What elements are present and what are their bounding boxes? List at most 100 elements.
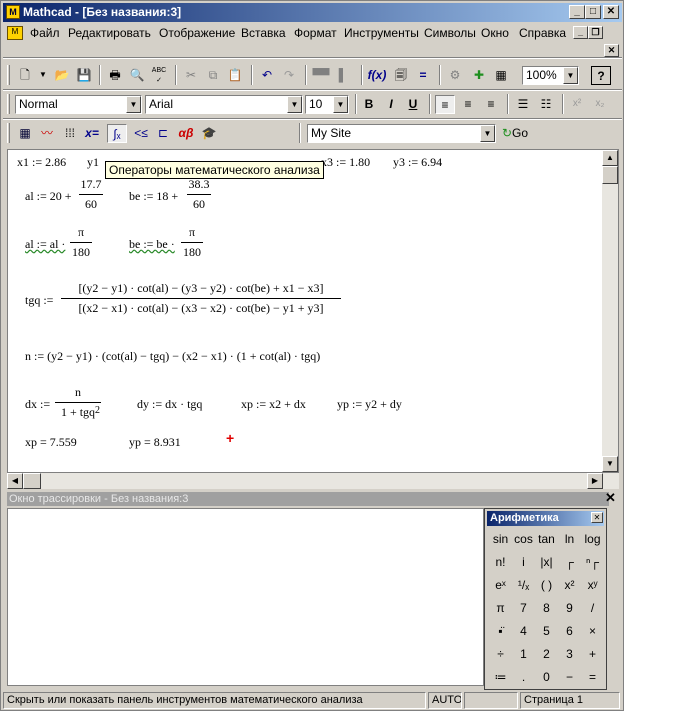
font-select[interactable]: Arial ▼ — [145, 95, 303, 114]
scroll-left-arrow-icon[interactable]: ◀ — [7, 473, 23, 489]
math-region[interactable]: yp := y2 + dy — [337, 397, 402, 412]
menu-format[interactable]: Формат — [294, 26, 337, 40]
palette-key[interactable]: ⁿ┌ — [581, 551, 604, 573]
matrix-icon[interactable]: ⁞⁞⁞ — [60, 124, 80, 143]
vertical-scrollbar[interactable]: ▲ ▼ — [602, 150, 618, 472]
style-select[interactable]: Normal ▼ — [15, 95, 142, 114]
palette-key[interactable]: tan — [535, 528, 558, 550]
table-icon[interactable]: ▦ — [491, 66, 511, 85]
zoom-select[interactable]: 100% ▼ — [522, 66, 579, 85]
close-button[interactable]: ✕ — [603, 5, 619, 19]
palette-key[interactable]: 2 — [535, 643, 558, 665]
math-region[interactable]: n := (y2 − y1) · (cot(al) − tgq) − (x2 −… — [25, 349, 320, 364]
palette-key[interactable]: ln — [558, 528, 581, 550]
math-region[interactable]: x1 := 2.86 — [17, 155, 66, 170]
palette-key[interactable]: + — [581, 643, 604, 665]
greek-icon[interactable]: αβ — [176, 124, 196, 143]
math-region[interactable]: be := 18 + — [129, 189, 178, 204]
superscript-icon[interactable]: x² — [567, 95, 587, 114]
mdi-close-button[interactable]: ✕ — [604, 44, 619, 57]
menu-file[interactable]: Файл — [30, 26, 60, 40]
palette-key[interactable]: ≔ — [489, 666, 512, 688]
scroll-right-arrow-icon[interactable]: ▶ — [587, 473, 603, 489]
palette-key[interactable]: x² — [558, 574, 581, 596]
maximize-button[interactable]: □ — [585, 5, 601, 19]
palette-key[interactable]: 8 — [535, 597, 558, 619]
menu-insert[interactable]: Вставка — [241, 26, 286, 40]
math-region[interactable]: x3 := 1.80 — [321, 155, 370, 170]
site-select[interactable]: My Site ▼ — [307, 124, 496, 143]
math-region[interactable]: al := 20 + — [25, 189, 72, 204]
italic-button[interactable]: I — [381, 95, 401, 114]
numbering-icon[interactable]: ☷ — [536, 95, 556, 114]
symbolic-icon[interactable]: 🎓 — [199, 124, 219, 143]
palette-key[interactable]: log — [581, 528, 604, 550]
copy-icon[interactable]: ⧉ — [203, 66, 223, 85]
align-down-icon[interactable]: ▌ — [333, 66, 353, 85]
align-left-icon[interactable]: ≡ — [435, 95, 455, 114]
print-icon[interactable]: 🖶 — [105, 66, 125, 85]
math-region[interactable]: al := al · — [25, 237, 65, 252]
palette-key[interactable]: 5 — [535, 620, 558, 642]
palette-key[interactable]: |x| — [535, 551, 558, 573]
open-icon[interactable]: 📂 — [52, 66, 72, 85]
palette-key[interactable]: ▪̈ — [489, 620, 512, 642]
help-icon[interactable]: ? — [591, 66, 611, 85]
palette-key[interactable]: 4 — [512, 620, 535, 642]
palette-key[interactable]: xʸ — [581, 574, 604, 596]
evaluation-icon[interactable]: x= — [82, 124, 102, 143]
math-region[interactable]: y1 — [87, 155, 99, 170]
palette-key[interactable]: 9 — [558, 597, 581, 619]
align-across-icon[interactable]: ▀▀ — [311, 66, 331, 85]
go-button[interactable]: ↻Go — [499, 124, 531, 143]
palette-key[interactable]: × — [581, 620, 604, 642]
math-region[interactable]: xp := x2 + dx — [241, 397, 306, 412]
cut-icon[interactable]: ✂ — [181, 66, 201, 85]
align-right-icon[interactable]: ≡ — [481, 95, 501, 114]
paste-icon[interactable]: 📋 — [225, 66, 245, 85]
palette-key[interactable]: 6 — [558, 620, 581, 642]
menu-symbols[interactable]: Символы — [424, 26, 476, 40]
save-icon[interactable]: 💾 — [74, 66, 94, 85]
print-preview-icon[interactable]: 🔍 — [127, 66, 147, 85]
math-region[interactable]: y3 := 6.94 — [393, 155, 442, 170]
math-region[interactable]: be := be · — [129, 237, 175, 252]
palette-key[interactable]: sin — [489, 528, 512, 550]
undo-icon[interactable]: ↶ — [257, 66, 277, 85]
mdi-minimize-button[interactable]: _ — [573, 26, 588, 39]
programming-icon[interactable]: ⊏ — [153, 124, 173, 143]
scroll-down-arrow-icon[interactable]: ▼ — [602, 456, 618, 472]
calculator-icon[interactable]: ▦ — [15, 124, 35, 143]
menu-window[interactable]: Окно — [481, 26, 509, 40]
palette-key[interactable]: ( ) — [535, 574, 558, 596]
component-icon[interactable]: ⚙ — [445, 66, 465, 85]
palette-key[interactable]: = — [581, 666, 604, 688]
menu-help[interactable]: Справка — [519, 26, 566, 40]
palette-key[interactable]: 7 — [512, 597, 535, 619]
trace-window[interactable] — [7, 508, 484, 686]
palette-key[interactable]: ┌ — [558, 551, 581, 573]
insert-unit-icon[interactable]: 🗐 — [391, 66, 411, 85]
palette-key[interactable]: π — [489, 597, 512, 619]
subscript-icon[interactable]: x₂ — [590, 95, 610, 114]
font-size-select[interactable]: 10 ▼ — [305, 95, 349, 114]
minimize-button[interactable]: _ — [569, 5, 585, 19]
palette-key[interactable]: / — [581, 597, 604, 619]
calculus-icon[interactable]: ∫ₓ — [107, 124, 127, 143]
result-region[interactable]: yp = 8.931 — [129, 435, 181, 450]
palette-key[interactable]: . — [512, 666, 535, 688]
palette-key[interactable]: 1 — [512, 643, 535, 665]
document-icon[interactable]: M — [7, 26, 23, 40]
palette-key[interactable]: − — [558, 666, 581, 688]
palette-key[interactable]: 3 — [558, 643, 581, 665]
palette-key[interactable]: n! — [489, 551, 512, 573]
palette-key[interactable]: cos — [512, 528, 535, 550]
math-region[interactable]: dy := dx · tgq — [137, 397, 202, 412]
math-region[interactable]: tgq := — [25, 293, 53, 308]
menu-tools[interactable]: Инструменты — [344, 26, 419, 40]
calculate-icon[interactable]: = — [413, 66, 433, 85]
menu-view[interactable]: Отображение — [159, 26, 235, 40]
dropdown-arrow-icon[interactable]: ▼ — [33, 66, 53, 85]
resources-icon[interactable]: ✚ — [469, 66, 489, 85]
palette-key[interactable]: ¹/ₓ — [512, 574, 535, 596]
